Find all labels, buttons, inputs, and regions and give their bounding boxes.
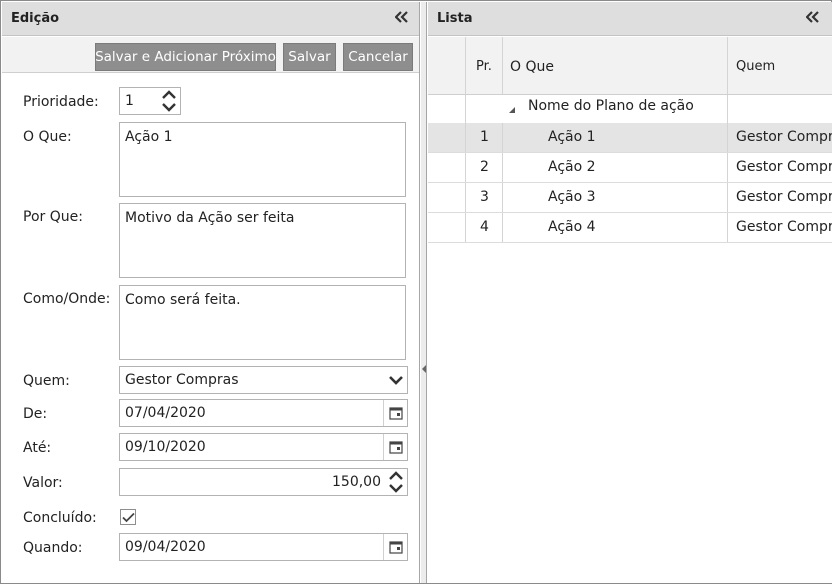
when-date-input[interactable]: 09/04/2020 xyxy=(119,533,408,561)
why-textarea[interactable]: Motivo da Ação ser feita xyxy=(119,203,406,278)
column-separator xyxy=(502,153,503,182)
amount-label: Valor: xyxy=(23,475,63,491)
group-label: Nome do Plano de ação xyxy=(528,98,694,114)
who-label: Quem: xyxy=(23,373,70,389)
column-separator xyxy=(465,95,466,124)
how-where-value: Como será feita. xyxy=(125,292,241,308)
column-separator xyxy=(465,213,466,242)
when-value: 09/04/2020 xyxy=(125,539,206,555)
checkmark-icon xyxy=(121,512,135,522)
why-label: Por Que: xyxy=(23,209,83,225)
column-separator xyxy=(465,37,466,94)
column-separator xyxy=(727,123,728,152)
row-what: Ação 2 xyxy=(548,159,596,175)
app-window: Edição Salvar e Adicionar Próximo Salvar… xyxy=(0,0,832,584)
how-where-label: Como/Onde: xyxy=(23,291,111,307)
save-add-next-button[interactable]: Salvar e Adicionar Próximo xyxy=(95,43,276,71)
calendar-icon[interactable] xyxy=(383,534,407,560)
from-value: 07/04/2020 xyxy=(125,405,206,421)
collapse-list-icon[interactable] xyxy=(805,10,820,27)
row-pr: 1 xyxy=(480,129,489,145)
priority-label: Prioridade: xyxy=(23,94,99,110)
row-pr: 2 xyxy=(480,159,489,175)
triangle-expand-icon[interactable] xyxy=(508,106,516,114)
splitter-arrow-icon[interactable] xyxy=(421,364,427,374)
column-separator xyxy=(727,213,728,242)
done-checkbox[interactable] xyxy=(120,509,136,525)
row-what: Ação 1 xyxy=(548,129,596,145)
done-label: Concluído: xyxy=(23,510,97,526)
table-row[interactable]: 3 Ação 3 Gestor Compras xyxy=(428,183,832,213)
amount-spinner-icon[interactable] xyxy=(387,471,405,493)
priority-value: 1 xyxy=(125,93,134,109)
group-row[interactable]: Nome do Plano de ação xyxy=(428,95,832,125)
list-panel-header: Lista xyxy=(428,2,832,36)
chevron-down-icon[interactable] xyxy=(388,373,404,391)
edit-panel-header: Edição xyxy=(2,2,419,36)
priority-input[interactable]: 1 xyxy=(119,87,181,115)
until-label: Até: xyxy=(23,440,52,456)
row-what: Ação 4 xyxy=(548,219,596,235)
list-panel: Lista Pr. O Que Quem Nome do Plano de aç… xyxy=(428,2,832,583)
column-separator xyxy=(465,123,466,152)
calendar-icon[interactable] xyxy=(383,400,407,426)
grid-header: Pr. O Que Quem xyxy=(428,37,832,95)
until-date-input[interactable]: 09/10/2020 xyxy=(119,433,408,461)
column-header-what[interactable]: O Que xyxy=(510,59,554,75)
what-label: O Que: xyxy=(23,129,72,145)
when-label: Quando: xyxy=(23,540,83,556)
save-button[interactable]: Salvar xyxy=(283,43,336,71)
what-textarea[interactable]: Ação 1 xyxy=(119,122,406,197)
column-header-who[interactable]: Quem xyxy=(736,59,775,74)
table-row[interactable]: 2 Ação 2 Gestor Compras xyxy=(428,153,832,183)
table-row[interactable]: 4 Ação 4 Gestor Compras xyxy=(428,213,832,243)
column-separator xyxy=(502,183,503,212)
row-who: Gestor Compras xyxy=(736,189,832,205)
priority-spinner-icon[interactable] xyxy=(160,90,178,112)
column-separator xyxy=(727,95,728,124)
cancel-button[interactable]: Cancelar xyxy=(343,43,413,71)
who-select[interactable]: Gestor Compras xyxy=(119,366,408,394)
column-separator xyxy=(502,213,503,242)
from-label: De: xyxy=(23,406,48,422)
column-separator xyxy=(727,153,728,182)
table-row[interactable]: 1 Ação 1 Gestor Compras xyxy=(428,123,832,153)
panel-splitter[interactable] xyxy=(421,2,427,583)
edit-panel: Edição Salvar e Adicionar Próximo Salvar… xyxy=(2,2,420,583)
until-value: 09/10/2020 xyxy=(125,439,206,455)
from-date-input[interactable]: 07/04/2020 xyxy=(119,399,408,427)
row-who: Gestor Compras xyxy=(736,219,832,235)
column-header-pr[interactable]: Pr. xyxy=(476,59,492,74)
calendar-icon[interactable] xyxy=(383,434,407,460)
what-value: Ação 1 xyxy=(125,129,173,145)
column-separator xyxy=(727,37,728,94)
column-separator xyxy=(502,123,503,152)
column-separator xyxy=(465,153,466,182)
column-separator xyxy=(502,37,503,94)
edit-panel-title: Edição xyxy=(11,11,60,26)
row-who: Gestor Compras xyxy=(736,159,832,175)
how-where-textarea[interactable]: Como será feita. xyxy=(119,285,406,360)
edit-form: Prioridade: 1 O Que: Ação 1 Por Que: Mot… xyxy=(2,74,419,583)
list-panel-title: Lista xyxy=(437,11,473,26)
edit-toolbar: Salvar e Adicionar Próximo Salvar Cancel… xyxy=(2,37,419,73)
amount-value: 150,00 xyxy=(332,474,381,490)
row-pr: 3 xyxy=(480,189,489,205)
amount-input[interactable]: 150,00 xyxy=(119,468,408,496)
who-value: Gestor Compras xyxy=(125,372,239,388)
row-what: Ação 3 xyxy=(548,189,596,205)
row-who: Gestor Compras xyxy=(736,129,832,145)
why-value: Motivo da Ação ser feita xyxy=(125,210,295,226)
column-separator xyxy=(465,183,466,212)
row-pr: 4 xyxy=(480,219,489,235)
collapse-edit-icon[interactable] xyxy=(394,10,409,27)
column-separator xyxy=(727,183,728,212)
